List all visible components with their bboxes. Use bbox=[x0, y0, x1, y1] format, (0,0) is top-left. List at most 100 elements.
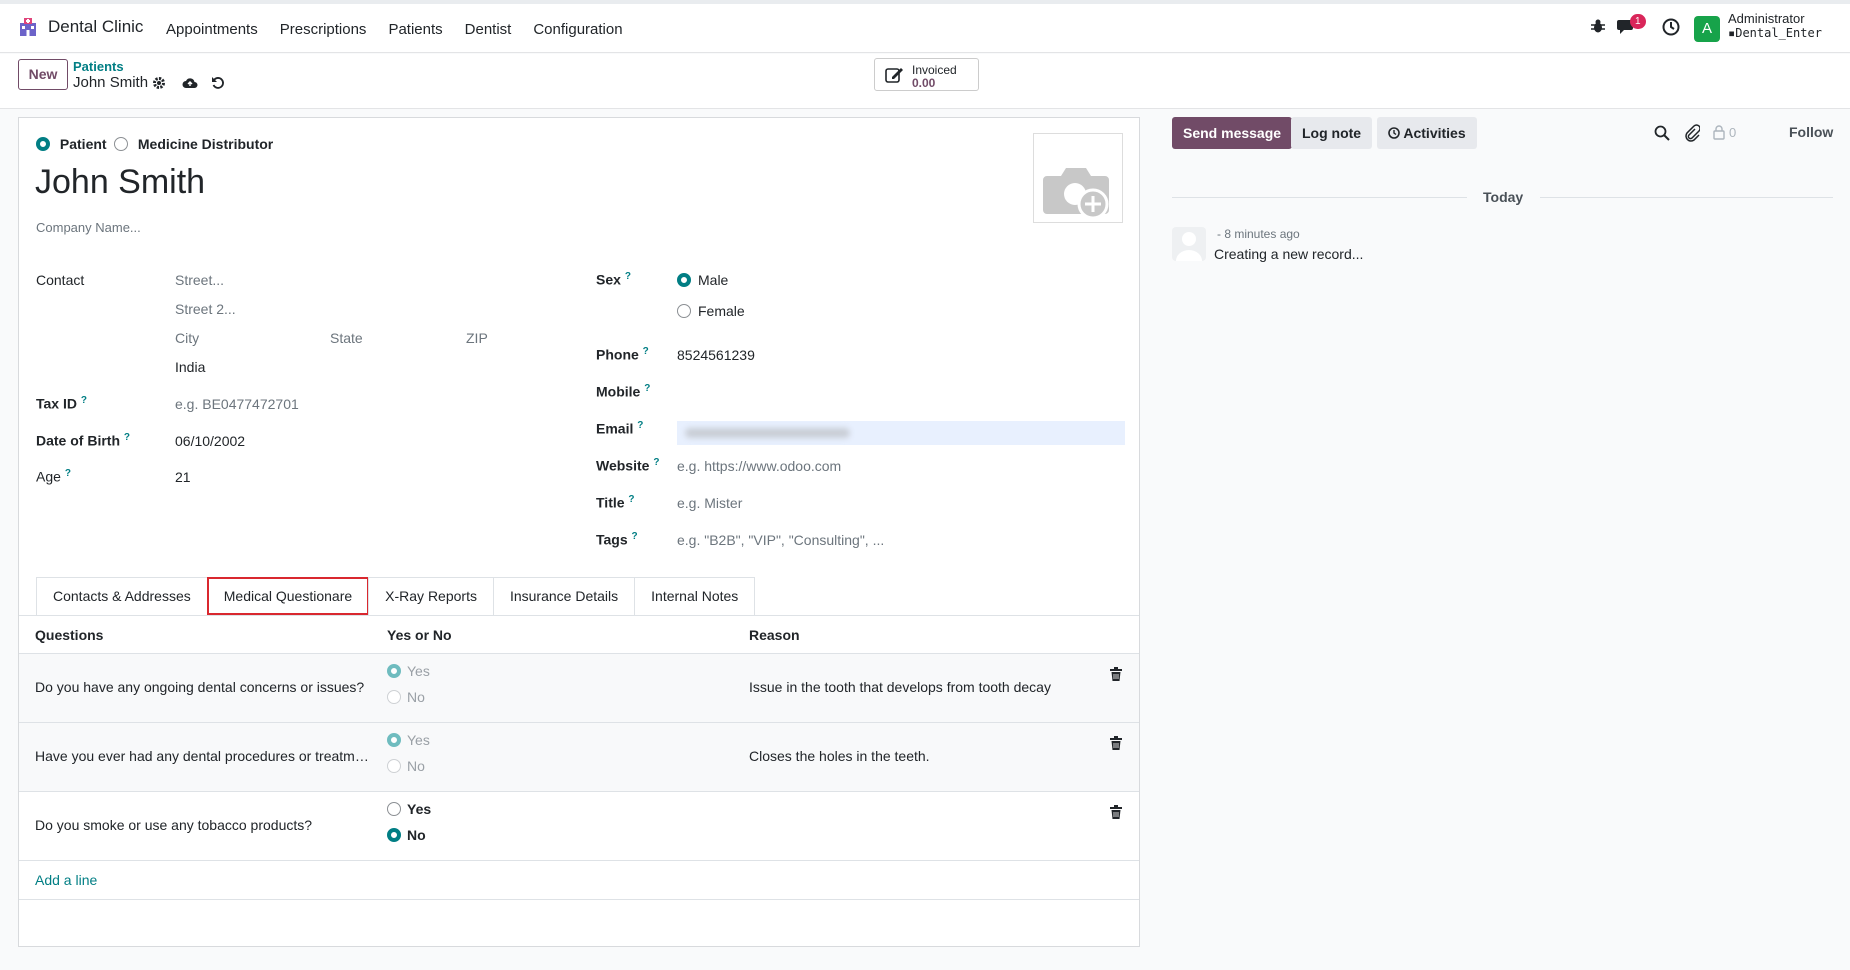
patient-photo[interactable] bbox=[1033, 133, 1123, 223]
tax-id-label-text: Tax ID bbox=[36, 395, 77, 412]
table-row[interactable]: Do you smoke or use any tobacco products… bbox=[19, 792, 1139, 861]
question-cell: Do you have any ongoing dental concerns … bbox=[35, 679, 365, 695]
email-redacted-value bbox=[685, 428, 850, 438]
help-tooltip-icon[interactable]: ? bbox=[653, 457, 659, 468]
delete-trash-icon[interactable] bbox=[1110, 736, 1122, 750]
street-input[interactable]: Street... bbox=[175, 272, 224, 288]
column-reason[interactable]: Reason bbox=[749, 627, 800, 643]
tax-id-input[interactable]: e.g. BE0477472701 bbox=[175, 396, 299, 412]
help-tooltip-icon[interactable]: ? bbox=[643, 346, 649, 357]
database-name: Dental_Enter bbox=[1735, 26, 1822, 40]
city-input[interactable]: City bbox=[175, 330, 199, 346]
menu-configuration[interactable]: Configuration bbox=[533, 21, 622, 38]
new-button[interactable]: New bbox=[18, 59, 68, 90]
help-tooltip-icon[interactable]: ? bbox=[81, 395, 87, 406]
table-row[interactable]: Do you have any ongoing dental concerns … bbox=[19, 654, 1139, 723]
zip-input[interactable]: ZIP bbox=[466, 330, 488, 346]
main-menu: Appointments Prescriptions Patients Dent… bbox=[166, 21, 623, 38]
answer-no-radio[interactable]: No bbox=[387, 689, 425, 705]
tab-medical-questionnaire[interactable]: Medical Questionare bbox=[206, 577, 370, 615]
answer-no-radio[interactable]: No bbox=[387, 758, 425, 774]
tab-internal-notes[interactable]: Internal Notes bbox=[634, 577, 756, 615]
radio-selected bbox=[677, 273, 691, 287]
form-sheet: Patient Medicine Distributor John Smith … bbox=[18, 117, 1140, 947]
help-tooltip-icon[interactable]: ? bbox=[628, 494, 634, 505]
answer-yes-radio[interactable]: Yes bbox=[387, 801, 431, 817]
street2-input[interactable]: Street 2... bbox=[175, 301, 236, 317]
delete-trash-icon[interactable] bbox=[1110, 667, 1122, 681]
tab-xray-reports[interactable]: X-Ray Reports bbox=[368, 577, 494, 615]
help-tooltip-icon[interactable]: ? bbox=[124, 432, 130, 443]
activity-clock-icon[interactable] bbox=[1662, 18, 1680, 36]
paperclip-attachment-icon[interactable] bbox=[1684, 124, 1700, 142]
table-row[interactable]: Have you ever had any dental procedures … bbox=[19, 723, 1139, 792]
breadcrumb-patients[interactable]: Patients bbox=[73, 59, 124, 74]
phone-input[interactable]: 8524561239 bbox=[677, 347, 755, 363]
tab-contacts-addresses[interactable]: Contacts & Addresses bbox=[36, 577, 208, 615]
gear-icon[interactable] bbox=[152, 76, 166, 90]
help-tooltip-icon[interactable]: ? bbox=[632, 531, 638, 542]
activities-label: Activities bbox=[1403, 125, 1466, 141]
tags-label: Tags ? bbox=[596, 531, 638, 548]
menu-dentist[interactable]: Dentist bbox=[465, 21, 512, 38]
discard-undo-icon[interactable] bbox=[211, 76, 225, 90]
radio-label: No bbox=[407, 758, 425, 774]
mobile-label: Mobile ? bbox=[596, 383, 650, 400]
activities-button[interactable]: Activities bbox=[1377, 117, 1477, 149]
delete-trash-icon[interactable] bbox=[1110, 805, 1122, 819]
add-a-line-link[interactable]: Add a line bbox=[35, 872, 97, 888]
type-radio-distributor[interactable]: Medicine Distributor bbox=[114, 136, 273, 152]
radio-label: Patient bbox=[59, 136, 107, 152]
radio-selected bbox=[36, 137, 50, 151]
help-tooltip-icon[interactable]: ? bbox=[637, 420, 643, 431]
send-message-button[interactable]: Send message bbox=[1172, 117, 1293, 149]
help-tooltip-icon[interactable]: ? bbox=[625, 271, 631, 282]
message-author-avatar[interactable] bbox=[1172, 227, 1206, 261]
help-tooltip-icon[interactable]: ? bbox=[644, 383, 650, 394]
radio-unselected bbox=[387, 759, 401, 773]
country-input[interactable]: India bbox=[175, 359, 205, 375]
user-avatar[interactable]: A bbox=[1694, 16, 1720, 42]
column-yes-or-no[interactable]: Yes or No bbox=[387, 627, 452, 643]
email-label: Email ? bbox=[596, 420, 643, 437]
column-questions[interactable]: Questions bbox=[35, 627, 103, 643]
question-cell: Do you smoke or use any tobacco products… bbox=[35, 817, 313, 833]
type-radio-patient[interactable]: Patient bbox=[36, 136, 107, 152]
company-name-input[interactable]: Company Name... bbox=[36, 220, 141, 235]
save-cloud-icon[interactable] bbox=[182, 76, 198, 90]
answer-yes-radio[interactable]: Yes bbox=[387, 663, 430, 679]
lock-followers-icon[interactable] bbox=[1713, 125, 1725, 140]
app-name: Dental Clinic bbox=[48, 17, 144, 36]
help-tooltip-icon[interactable]: ? bbox=[65, 468, 71, 479]
questionnaire-header: Questions Yes or No Reason bbox=[19, 616, 1139, 654]
tax-id-label: Tax ID ? bbox=[36, 395, 87, 412]
menu-appointments[interactable]: Appointments bbox=[166, 21, 258, 38]
email-input[interactable] bbox=[677, 421, 1125, 445]
log-note-button[interactable]: Log note bbox=[1291, 117, 1373, 149]
invoiced-smart-button[interactable]: Invoiced 0.00 bbox=[874, 58, 979, 91]
menu-prescriptions[interactable]: Prescriptions bbox=[280, 21, 367, 38]
sex-radio-male[interactable]: Male bbox=[677, 272, 728, 288]
reason-cell: Closes the holes in the teeth. bbox=[749, 748, 930, 764]
search-icon[interactable] bbox=[1654, 125, 1670, 141]
state-input[interactable]: State bbox=[330, 330, 363, 346]
patient-name-input[interactable]: John Smith bbox=[35, 163, 205, 202]
radio-label: Female bbox=[698, 303, 745, 319]
tab-insurance-details[interactable]: Insurance Details bbox=[492, 577, 636, 615]
follow-button[interactable]: Follow bbox=[1789, 124, 1833, 140]
mobile-input[interactable] bbox=[677, 380, 1125, 404]
answer-yes-radio[interactable]: Yes bbox=[387, 732, 430, 748]
debug-bug-icon[interactable] bbox=[1590, 18, 1606, 34]
tags-input[interactable]: e.g. "B2B", "VIP", "Consulting", ... bbox=[677, 532, 884, 548]
sex-radio-female[interactable]: Female bbox=[677, 303, 745, 319]
answer-no-radio[interactable]: No bbox=[387, 827, 426, 843]
sex-label: Sex ? bbox=[596, 271, 631, 288]
menu-patients[interactable]: Patients bbox=[388, 21, 442, 38]
website-input[interactable]: e.g. https://www.odoo.com bbox=[677, 458, 841, 474]
app-brand[interactable]: Dental Clinic bbox=[18, 17, 143, 37]
dob-input[interactable]: 06/10/2002 bbox=[175, 433, 245, 449]
radio-label: Medicine Distributor bbox=[137, 136, 274, 152]
radio-label: No bbox=[407, 689, 425, 705]
title-input[interactable]: e.g. Mister bbox=[677, 495, 742, 511]
user-name[interactable]: Administrator bbox=[1728, 11, 1805, 26]
